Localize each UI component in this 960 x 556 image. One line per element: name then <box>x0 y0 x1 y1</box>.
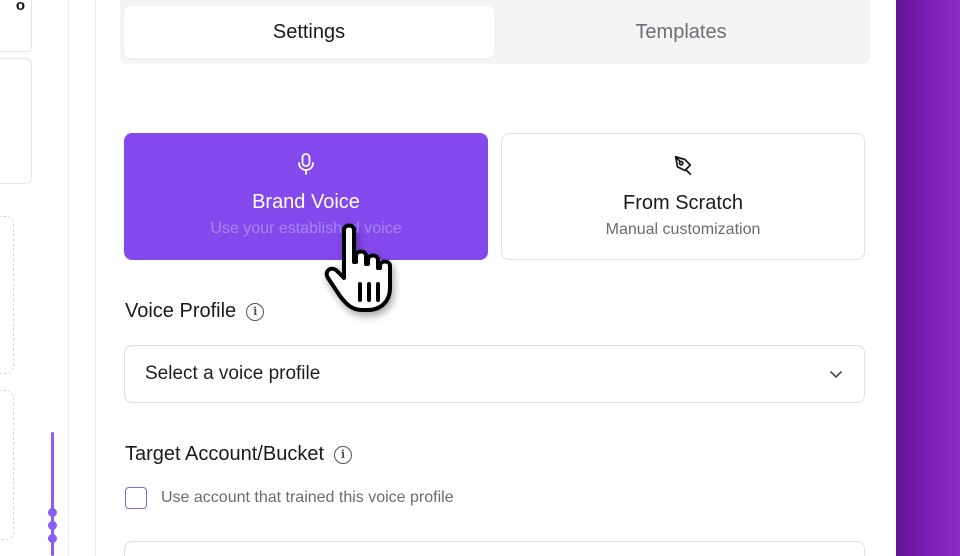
use-trained-account-row: Use account that trained this voice prof… <box>125 487 454 509</box>
use-trained-account-label[interactable]: Use account that trained this voice prof… <box>161 489 454 507</box>
from-scratch-card[interactable]: From Scratch Manual customization <box>501 133 865 260</box>
dropzone-placeholder[interactable] <box>0 216 14 374</box>
brand-voice-title: Brand Voice <box>252 191 360 213</box>
info-icon[interactable]: i <box>334 445 353 464</box>
tab-templates[interactable]: Templates <box>496 6 866 58</box>
divider <box>68 0 69 556</box>
info-icon[interactable]: i <box>246 302 265 321</box>
voice-profile-select[interactable]: Select a voice profile <box>124 345 865 403</box>
tab-bar: Settings Templates <box>120 0 870 64</box>
from-scratch-title: From Scratch <box>622 192 744 214</box>
sidebar-card[interactable] <box>0 58 32 184</box>
timeline-dot <box>48 521 57 530</box>
target-account-label: Target Account/Bucket <box>125 443 325 465</box>
target-account-label-row: Target Account/Bucket i <box>125 443 353 466</box>
voice-profile-select-value: Select a voice profile <box>145 363 321 384</box>
brand-voice-card[interactable]: Brand Voice Use your established voice <box>124 133 488 260</box>
microphone-icon <box>297 151 315 177</box>
background-gradient <box>896 0 960 556</box>
account-select[interactable] <box>124 541 865 556</box>
pen-tool-icon <box>672 152 694 178</box>
use-trained-account-checkbox[interactable] <box>125 487 147 509</box>
sidebar-card[interactable]: o <box>0 0 32 52</box>
voice-profile-label-row: Voice Profile i <box>125 300 265 323</box>
timeline-dot <box>48 534 57 543</box>
voice-profile-label: Voice Profile <box>125 300 237 322</box>
from-scratch-subtitle: Manual customization <box>605 221 761 238</box>
chevron-down-icon <box>828 366 844 388</box>
hand-cursor-icon <box>324 223 392 312</box>
tab-settings[interactable]: Settings <box>124 6 494 58</box>
dropzone-placeholder[interactable] <box>0 390 14 540</box>
sidebar-card-glyph: o <box>15 0 25 14</box>
settings-panel: Settings Templates Brand Voice Use your … <box>96 0 896 556</box>
timeline-dot <box>48 508 57 517</box>
left-sidebar: o <box>0 0 96 556</box>
